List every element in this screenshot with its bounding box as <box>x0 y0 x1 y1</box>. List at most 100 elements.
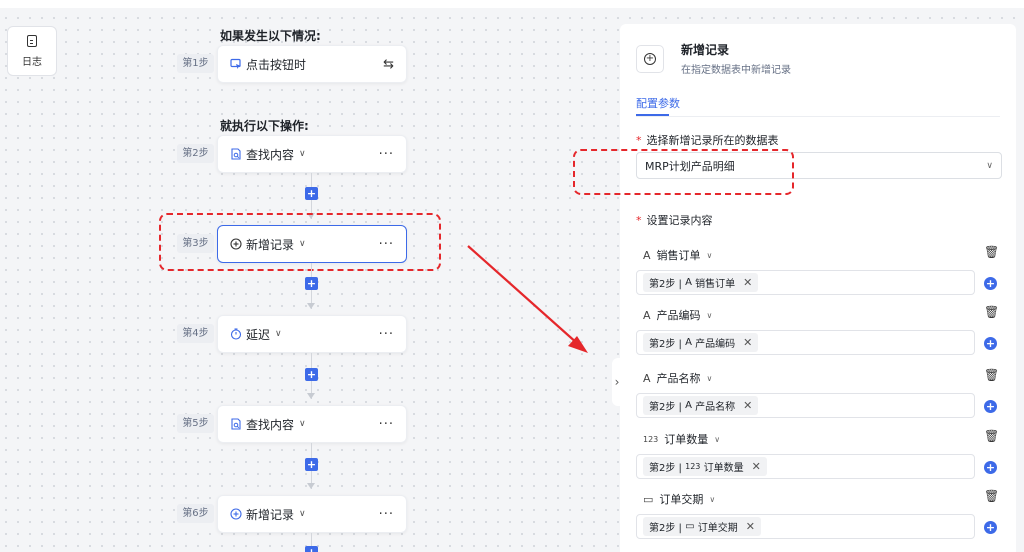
field-value-input[interactable]: 第2步 | ▭ 订单交期 ✕ <box>636 514 975 539</box>
required-mark: * <box>636 214 642 227</box>
delete-field-icon[interactable]: 🗑 <box>984 245 999 259</box>
add-reference-button[interactable]: + <box>984 521 997 534</box>
arrow-down-icon <box>307 303 315 309</box>
chevron-down-icon[interactable]: ∨ <box>275 329 282 339</box>
add-reference-button[interactable]: + <box>984 400 997 413</box>
chip-step: 第2步 | <box>649 402 682 413</box>
chip-field: 产品名称 <box>695 402 736 413</box>
chip-field: 订单数量 <box>703 463 744 474</box>
field-label: 产品名称 <box>656 372 701 385</box>
field-name-order-quantity[interactable]: 123 订单数量 ∨ <box>643 431 720 447</box>
search-doc-icon <box>230 418 242 430</box>
field-name-product-code[interactable]: A 产品编码 ∨ <box>643 307 712 323</box>
remove-chip-icon[interactable]: ✕ <box>743 276 752 289</box>
search-doc-icon <box>230 148 242 160</box>
chevron-down-icon[interactable]: ∨ <box>299 509 306 519</box>
chip-field: 订单交期 <box>697 523 738 534</box>
arrow-down-icon <box>307 483 315 489</box>
step-card-delay[interactable]: 延迟 ∨ ··· <box>217 315 407 353</box>
field-label: 订单交期 <box>659 493 704 506</box>
top-strip <box>0 0 1024 8</box>
chevron-down-icon: ∨ <box>986 160 993 171</box>
chip-field: 销售订单 <box>695 279 736 290</box>
collapse-panel-button[interactable]: › <box>612 358 622 406</box>
field-value-input[interactable]: 第2步 | 123 订单数量 ✕ <box>636 454 975 479</box>
chevron-down-icon[interactable]: ∨ <box>299 419 306 429</box>
panel-title: 新增记录 <box>681 43 730 57</box>
more-icon[interactable]: ··· <box>379 147 394 162</box>
chevron-down-icon[interactable]: ∨ <box>299 149 306 159</box>
timer-icon <box>230 328 242 340</box>
step-card-add-record[interactable]: 新增记录 ∨ ··· <box>217 495 407 533</box>
text-type-icon: A <box>685 277 692 288</box>
more-icon[interactable]: ··· <box>379 507 394 522</box>
tab-config-params[interactable]: 配置参数 <box>636 95 680 111</box>
more-icon[interactable]: ··· <box>379 417 394 432</box>
number-type-icon: 123 <box>643 434 659 444</box>
reference-chip: 第2步 | A 产品名称 ✕ <box>643 396 759 415</box>
text-type-icon: A <box>685 337 692 348</box>
field-value-input[interactable]: 第2步 | A 产品名称 ✕ <box>636 393 975 418</box>
step-label: 新增记录 <box>246 507 295 522</box>
field-label: 订单数量 <box>664 433 709 446</box>
swap-icon[interactable]: ⇆ <box>383 57 394 72</box>
field-name-product-name[interactable]: A 产品名称 ∨ <box>643 370 712 386</box>
field-label: 销售订单 <box>656 249 701 262</box>
chevron-down-icon: ∨ <box>706 373 713 383</box>
reference-chip: 第2步 | 123 订单数量 ✕ <box>643 457 767 476</box>
action-section-title: 就执行以下操作: <box>220 119 309 133</box>
table-select-label: * 选择新增记录所在的数据表 <box>636 132 779 148</box>
remove-chip-icon[interactable]: ✕ <box>743 399 752 412</box>
log-label: 日志 <box>22 56 42 68</box>
field-value-input[interactable]: 第2步 | A 销售订单 ✕ <box>636 270 975 295</box>
text-type-icon: A <box>685 400 692 411</box>
log-icon <box>27 34 37 47</box>
tab-divider <box>636 116 1000 117</box>
step-card-find-content[interactable]: 查找内容 ∨ ··· <box>217 405 407 443</box>
step-badge: 第5步 <box>177 414 214 433</box>
delete-field-icon[interactable]: 🗑 <box>984 429 999 443</box>
delete-field-icon[interactable]: 🗑 <box>984 489 999 503</box>
add-step-button[interactable]: + <box>305 546 318 552</box>
step-card-find-content[interactable]: 查找内容 ∨ ··· <box>217 135 407 173</box>
text-type-icon: A <box>643 371 651 385</box>
add-step-button[interactable]: + <box>305 458 318 471</box>
trigger-label: 点击按钮时 <box>246 57 307 72</box>
more-icon[interactable]: ··· <box>379 327 394 342</box>
log-button[interactable]: 日志 <box>7 26 57 76</box>
field-name-sales-order[interactable]: A 销售订单 ∨ <box>643 247 712 263</box>
chip-step: 第2步 | <box>649 523 682 534</box>
field-name-delivery-date[interactable]: ▭ 订单交期 ∨ <box>643 491 715 507</box>
add-reference-button[interactable]: + <box>984 337 997 350</box>
add-circle-icon: + <box>644 53 656 65</box>
remove-chip-icon[interactable]: ✕ <box>743 336 752 349</box>
step-label: 查找内容 <box>246 147 295 162</box>
highlight-box-table <box>573 149 794 195</box>
reference-chip: 第2步 | A 产品编码 ✕ <box>643 333 759 352</box>
add-circle-icon <box>230 508 242 520</box>
trigger-card[interactable]: 点击按钮时 ⇆ <box>217 45 407 83</box>
step-badge: 第1步 <box>177 54 214 73</box>
chevron-down-icon: ∨ <box>709 494 716 504</box>
reference-chip: 第2步 | A 销售订单 ✕ <box>643 273 759 292</box>
trigger-section-title: 如果发生以下情况: <box>220 29 321 43</box>
delete-field-icon[interactable]: 🗑 <box>984 305 999 319</box>
chip-step: 第2步 | <box>649 463 682 474</box>
date-type-icon: ▭ <box>643 492 654 506</box>
remove-chip-icon[interactable]: ✕ <box>746 520 755 533</box>
record-content-label-text: 设置记录内容 <box>646 214 713 227</box>
add-step-button[interactable]: + <box>305 277 318 290</box>
required-mark: * <box>636 134 642 147</box>
chevron-down-icon: ∨ <box>706 310 713 320</box>
chip-field: 产品编码 <box>695 339 736 350</box>
record-content-label: * 设置记录内容 <box>636 212 713 228</box>
delete-field-icon[interactable]: 🗑 <box>984 368 999 382</box>
add-reference-button[interactable]: + <box>984 277 997 290</box>
chip-step: 第2步 | <box>649 339 682 350</box>
field-value-input[interactable]: 第2步 | A 产品编码 ✕ <box>636 330 975 355</box>
add-reference-button[interactable]: + <box>984 461 997 474</box>
remove-chip-icon[interactable]: ✕ <box>752 460 761 473</box>
add-step-button[interactable]: + <box>305 187 318 200</box>
add-step-button[interactable]: + <box>305 368 318 381</box>
field-label: 产品编码 <box>656 309 701 322</box>
